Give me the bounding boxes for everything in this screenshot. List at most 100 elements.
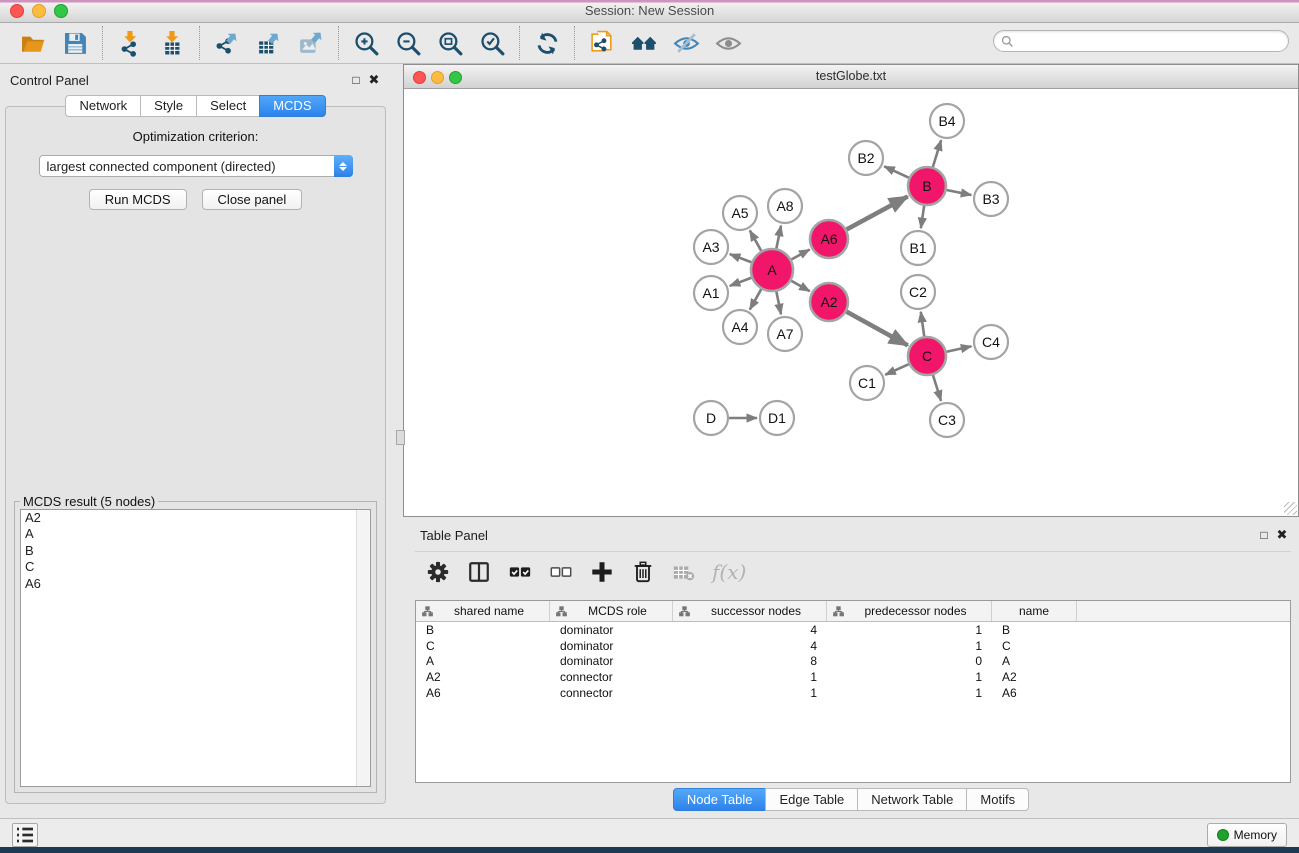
table-cell[interactable]: 0 — [827, 654, 992, 670]
graph-node-A5[interactable]: A5 — [723, 196, 757, 230]
tab-edge-table[interactable]: Edge Table — [765, 788, 858, 811]
table-row[interactable]: A6connector11A6 — [416, 685, 1290, 701]
tab-node-table[interactable]: Node Table — [673, 788, 767, 811]
graph-edge-A-A3[interactable] — [730, 254, 752, 262]
open-file-icon[interactable] — [18, 28, 48, 58]
graph-edge-C-C3[interactable] — [933, 375, 941, 401]
table-cell[interactable]: A6 — [992, 685, 1077, 701]
graph-edge-A-A7[interactable] — [776, 292, 781, 315]
import-table-icon[interactable] — [157, 28, 187, 58]
table-cell[interactable]: 1 — [673, 685, 827, 701]
graph-edge-C-C2[interactable] — [921, 312, 924, 336]
graph-edge-A6-B[interactable] — [847, 196, 908, 229]
eye-slash-icon[interactable] — [671, 28, 701, 58]
table-cell[interactable]: connector — [550, 685, 673, 701]
table-cell[interactable]: dominator — [550, 654, 673, 670]
table-cell[interactable]: 1 — [827, 638, 992, 654]
search-input[interactable] — [1018, 32, 1288, 50]
table-row[interactable]: Bdominator41B — [416, 622, 1290, 638]
table-row[interactable]: A2connector11A2 — [416, 669, 1290, 685]
graph-node-A[interactable]: A — [751, 249, 793, 291]
table-cell[interactable]: 1 — [827, 669, 992, 685]
table-row[interactable]: Cdominator41C — [416, 638, 1290, 654]
mcds-result-list[interactable]: A2ABCA6 — [20, 509, 371, 787]
graph-node-C[interactable]: C — [908, 337, 946, 375]
export-image-icon[interactable] — [296, 28, 326, 58]
graph-node-B[interactable]: B — [908, 167, 946, 205]
graph-node-A8[interactable]: A8 — [768, 189, 802, 223]
table-close-panel-icon[interactable]: ✖ — [1273, 527, 1291, 543]
graph-edge-A-A6[interactable] — [791, 250, 809, 260]
network-document-icon[interactable] — [587, 28, 617, 58]
result-list-item[interactable]: C — [21, 559, 370, 575]
graph-edge-A-A1[interactable] — [730, 278, 752, 286]
table-cell[interactable]: 1 — [827, 622, 992, 638]
table-cell[interactable]: B — [416, 622, 550, 638]
memory-button[interactable]: Memory — [1207, 823, 1287, 847]
tab-motifs[interactable]: Motifs — [966, 788, 1029, 811]
graph-node-A7[interactable]: A7 — [768, 317, 802, 351]
zoom-in-icon[interactable] — [351, 28, 381, 58]
column-header-successor-nodes[interactable]: successor nodes — [673, 601, 827, 621]
column-header-predecessor-nodes[interactable]: predecessor nodes — [827, 601, 992, 621]
save-session-icon[interactable] — [60, 28, 90, 58]
gear-icon[interactable] — [425, 559, 451, 585]
graph-node-A6[interactable]: A6 — [810, 220, 848, 258]
column-header-MCDS-role[interactable]: MCDS role — [550, 601, 673, 621]
task-history-button[interactable] — [12, 823, 38, 847]
result-list-item[interactable]: A6 — [21, 576, 370, 592]
graph-edge-B-B3[interactable] — [947, 190, 972, 195]
tab-mcds[interactable]: MCDS — [259, 95, 325, 117]
graph-edge-A-A8[interactable] — [776, 226, 781, 249]
plus-icon[interactable] — [589, 559, 615, 585]
table-cell[interactable]: A2 — [416, 669, 550, 685]
tab-network[interactable]: Network — [65, 95, 141, 117]
export-network-icon[interactable] — [212, 28, 242, 58]
tab-network-table[interactable]: Network Table — [857, 788, 967, 811]
graph-node-A3[interactable]: A3 — [694, 230, 728, 264]
zoom-out-icon[interactable] — [393, 28, 423, 58]
trash-icon[interactable] — [630, 559, 656, 585]
table-cell[interactable]: A — [992, 654, 1077, 670]
graph-edge-C-C4[interactable] — [947, 346, 972, 351]
unchecked-boxes-icon[interactable] — [548, 559, 574, 585]
result-list-item[interactable]: A — [21, 526, 370, 542]
network-window-titlebar[interactable]: testGlobe.txt — [404, 65, 1298, 89]
float-panel-icon[interactable]: □ — [347, 73, 365, 87]
graph-node-C4[interactable]: C4 — [974, 325, 1008, 359]
graph-node-A4[interactable]: A4 — [723, 310, 757, 344]
refresh-icon[interactable] — [532, 28, 562, 58]
column-header-name[interactable]: name — [992, 601, 1077, 621]
graph-edge-A-A4[interactable] — [750, 289, 761, 309]
column-header-shared-name[interactable]: shared name — [416, 601, 550, 621]
tab-style[interactable]: Style — [140, 95, 197, 117]
criterion-dropdown[interactable]: largest connected component (directed) — [39, 155, 353, 177]
eye-icon[interactable] — [713, 28, 743, 58]
export-table-icon[interactable] — [254, 28, 284, 58]
graph-node-A2[interactable]: A2 — [810, 283, 848, 321]
graph-node-B4[interactable]: B4 — [930, 104, 964, 138]
graph-edge-A2-C[interactable] — [847, 312, 908, 346]
graph-node-D1[interactable]: D1 — [760, 401, 794, 435]
graph-edge-C-C1[interactable] — [885, 364, 909, 375]
table-cell[interactable]: C — [416, 638, 550, 654]
zoom-fit-icon[interactable] — [435, 28, 465, 58]
splitter-handle[interactable] — [396, 430, 405, 445]
table-cell[interactable]: 1 — [827, 685, 992, 701]
table-cell[interactable]: 4 — [673, 622, 827, 638]
resize-grip-icon[interactable] — [1284, 502, 1297, 515]
graph-edge-B-B1[interactable] — [921, 206, 924, 228]
network-canvas[interactable]: B4B2BB3A8A5A6A3B1AA1C2A2A4A7C4CC1C3DD1 — [404, 89, 1298, 516]
table-cell[interactable]: B — [992, 622, 1077, 638]
table-row[interactable]: Adominator80A — [416, 654, 1290, 670]
zoom-selected-icon[interactable] — [477, 28, 507, 58]
table-cell[interactable]: A — [416, 654, 550, 670]
table-cell[interactable]: dominator — [550, 638, 673, 654]
graph-edge-A-A2[interactable] — [791, 281, 810, 291]
tab-select[interactable]: Select — [196, 95, 260, 117]
graph-node-C3[interactable]: C3 — [930, 403, 964, 437]
graph-edge-B-B2[interactable] — [884, 166, 909, 177]
table-cell[interactable]: C — [992, 638, 1077, 654]
checked-boxes-icon[interactable] — [507, 559, 533, 585]
result-list-item[interactable]: B — [21, 543, 370, 559]
